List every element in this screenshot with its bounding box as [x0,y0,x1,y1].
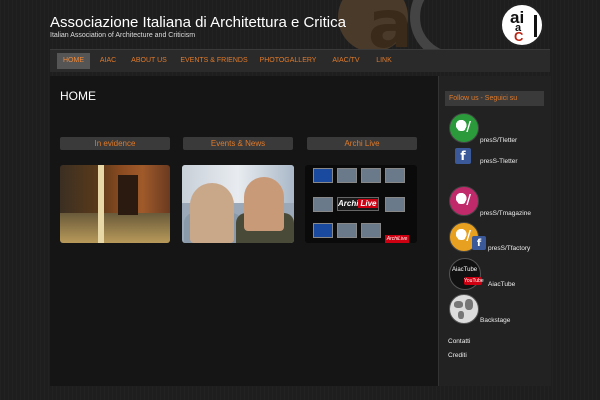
video-thumbnail [337,223,357,238]
social-label-aiactube[interactable]: AiacTube [488,281,515,288]
nav-item-photogallery[interactable]: PHOTOGALLERY [258,53,318,69]
link-contatti[interactable]: Contatti [448,338,470,345]
archi-live-logo-text: Archi [338,199,359,208]
social-label-pressmagazine[interactable]: presS/Tmagazine [480,210,531,217]
globe-icon[interactable] [449,294,479,324]
pressletter-icon-letter: S/ [456,120,472,135]
section-header-in-evidence[interactable]: In evidence [60,137,170,150]
nav-item-aiac[interactable]: AIAC [94,53,122,69]
main-nav: HOME AIAC ABOUT US EVENTS & FRIENDS PHOT… [50,49,550,72]
pressmagazine-icon-letter: S/ [456,193,472,208]
social-label-pressfactory[interactable]: presS/Tfactory [488,245,530,252]
logo-bar [534,15,537,37]
video-thumbnail [361,223,381,238]
youtube-icon: YouTube [464,277,484,285]
nav-item-events-friends[interactable]: EVENTS & FRIENDS [178,53,250,69]
site-subtitle: Italian Association of Architecture and … [50,32,196,39]
background-letter: a [368,0,413,50]
globe-land [454,301,463,308]
social-label-backstage[interactable]: Backstage [480,317,510,324]
tile-door [118,175,138,215]
globe-land [465,299,473,310]
section-header-archi-live[interactable]: Archi Live [307,137,417,150]
site-header: a Associazione Italiana di Architettura … [0,0,600,50]
in-evidence-image[interactable] [60,165,170,243]
video-thumbnail [313,197,333,212]
pressmagazine-icon[interactable]: S/ [449,186,479,216]
background-arc [410,0,450,50]
video-thumbnail [313,223,333,238]
nav-item-about-us[interactable]: ABOUT US [126,53,172,69]
follow-us-header: Follow us - Seguici su [445,91,544,106]
video-thumbnail [385,168,405,183]
page-title: HOME [60,89,96,103]
archi-live-image[interactable]: Archi Live ArchiLive [305,165,417,243]
site-title[interactable]: Associazione Italiana di Architettura e … [50,14,346,31]
logo-text-bottom: C [514,29,524,44]
social-label-pressletter[interactable]: presS/Tletter [480,137,517,144]
video-thumbnail [385,197,405,212]
events-news-image[interactable] [182,165,294,243]
facebook-icon[interactable]: f [472,236,486,250]
link-crediti[interactable]: Crediti [448,352,467,359]
section-header-events-news[interactable]: Events & News [183,137,293,150]
person-left-head [190,183,234,243]
archi-live-mini-logo: ArchiLive [385,235,409,243]
archi-live-logo: Archi Live [337,197,379,211]
tile-pillar [98,165,104,243]
tile-floor [60,213,170,243]
facebook-icon[interactable]: f [455,148,471,164]
aiactube-icon[interactable]: AiacTube YouTube [449,258,484,290]
video-thumbnail [361,168,381,183]
globe-land [458,311,464,319]
archi-live-logo-accent: Live [358,199,379,208]
nav-item-link[interactable]: LINK [372,53,396,69]
aiactube-icon-text: AiacTube [452,267,478,273]
nav-item-aiac-tv[interactable]: AIAC/TV [328,53,364,69]
pressletter-icon[interactable]: S/ [449,113,479,143]
video-thumbnail [313,168,333,183]
social-label-facebook[interactable]: presS-Tletter [480,158,518,165]
video-thumbnail [337,168,357,183]
nav-item-home[interactable]: HOME [57,53,90,69]
person-right-head [244,177,284,231]
aiac-logo[interactable]: ai a C [500,3,544,47]
